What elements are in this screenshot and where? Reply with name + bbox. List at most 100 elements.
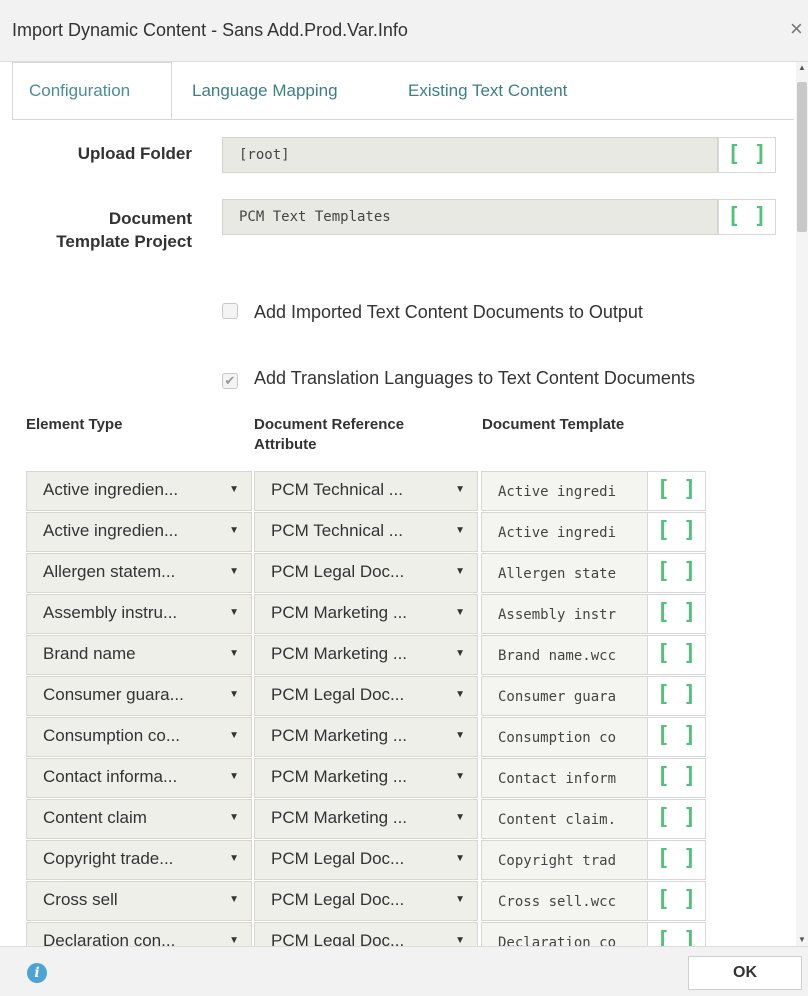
document-template-browse-button[interactable]: [ ] — [647, 512, 706, 552]
element-type-select-value: Declaration con... — [43, 931, 176, 946]
document-template-field[interactable]: Allergen state — [481, 553, 648, 593]
vertical-scrollbar[interactable]: ▲ ▼ — [796, 62, 808, 946]
document-template-field[interactable]: Active ingredi — [481, 471, 648, 511]
document-template-project-browse-button[interactable]: [ ] — [718, 199, 776, 235]
document-template-browse-button-value: [ ] — [656, 846, 697, 871]
tab-configuration[interactable]: Configuration — [12, 62, 172, 120]
column-header-element-type: Element Type — [26, 416, 123, 433]
document-template-browse-button[interactable]: [ ] — [647, 922, 706, 946]
info-icon[interactable]: i — [27, 963, 47, 983]
document-template-browse-button[interactable]: [ ] — [647, 758, 706, 798]
document-reference-select[interactable]: PCM Legal Doc... ▼ — [254, 881, 478, 921]
document-template-browse-button[interactable]: [ ] — [647, 881, 706, 921]
tab-language-mapping[interactable]: Language Mapping — [176, 62, 354, 120]
document-reference-select-value: PCM Legal Doc... — [271, 931, 405, 946]
document-reference-select[interactable]: PCM Legal Doc... ▼ — [254, 922, 478, 946]
element-type-select-value: Cross sell — [43, 890, 118, 909]
document-template-project-label: Document Template Project — [20, 207, 192, 253]
close-icon[interactable]: × — [790, 18, 803, 40]
add-imported-checkbox[interactable] — [222, 303, 238, 319]
document-template-field[interactable]: Active ingredi — [481, 512, 648, 552]
document-template-field-value: Declaration co — [498, 935, 617, 946]
document-reference-select[interactable]: PCM Marketing ... ▼ — [254, 635, 478, 675]
chevron-down-icon: ▼ — [229, 648, 239, 659]
element-type-select-value: Content claim — [43, 808, 147, 827]
document-template-project-label-line2: Template Project — [56, 232, 192, 251]
element-type-select[interactable]: Consumption co... ▼ — [26, 717, 252, 757]
document-template-field[interactable]: Consumption co — [481, 717, 648, 757]
add-translation-checkbox[interactable]: ✔ — [222, 373, 238, 389]
element-type-select[interactable]: Consumer guara... ▼ — [26, 676, 252, 716]
element-type-select[interactable]: Brand name ▼ — [26, 635, 252, 675]
document-reference-select[interactable]: PCM Marketing ... ▼ — [254, 594, 478, 634]
document-reference-select[interactable]: PCM Legal Doc... ▼ — [254, 553, 478, 593]
document-template-project-field[interactable]: PCM Text Templates — [222, 199, 718, 235]
document-reference-select-value: PCM Legal Doc... — [271, 890, 405, 909]
document-template-field[interactable]: Declaration co — [481, 922, 648, 946]
document-template-field[interactable]: Copyright trad — [481, 840, 648, 880]
chevron-down-icon: ▼ — [229, 812, 239, 823]
element-type-select[interactable]: Contact informa... ▼ — [26, 758, 252, 798]
document-reference-select[interactable]: PCM Marketing ... ▼ — [254, 758, 478, 798]
document-reference-select[interactable]: PCM Legal Doc... ▼ — [254, 676, 478, 716]
document-template-field[interactable]: Consumer guara — [481, 676, 648, 716]
dialog-titlebar: Import Dynamic Content - Sans Add.Prod.V… — [0, 0, 808, 62]
document-template-field-value: Active ingredi — [498, 525, 617, 541]
element-type-select[interactable]: Allergen statem... ▼ — [26, 553, 252, 593]
document-template-field-value: Consumer guara — [498, 689, 617, 705]
document-template-field[interactable]: Assembly instr — [481, 594, 648, 634]
document-template-field[interactable]: Brand name.wcc — [481, 635, 648, 675]
document-reference-select-value: PCM Marketing ... — [271, 767, 408, 786]
upload-folder-browse-button[interactable]: [ ] — [718, 137, 776, 173]
tab-divider — [12, 119, 794, 120]
document-template-field[interactable]: Contact inform — [481, 758, 648, 798]
upload-folder-label: Upload Folder — [77, 144, 192, 163]
chevron-down-icon: ▼ — [229, 894, 239, 905]
document-template-browse-button-value: [ ] — [656, 518, 697, 543]
document-template-browse-button[interactable]: [ ] — [647, 471, 706, 511]
upload-folder-field[interactable]: [root] — [222, 137, 718, 173]
document-reference-select-value: PCM Marketing ... — [271, 644, 408, 663]
document-template-browse-button[interactable]: [ ] — [647, 635, 706, 675]
document-template-field[interactable]: Content claim. — [481, 799, 648, 839]
dialog-content: Configuration Language Mapping Existing … — [0, 62, 794, 946]
document-template-browse-button[interactable]: [ ] — [647, 553, 706, 593]
element-type-select-value: Active ingredien... — [43, 521, 179, 540]
element-type-select[interactable]: Declaration con... ▼ — [26, 922, 252, 946]
document-template-browse-button[interactable]: [ ] — [647, 676, 706, 716]
document-template-field[interactable]: Cross sell.wcc — [481, 881, 648, 921]
element-type-select[interactable]: Cross sell ▼ — [26, 881, 252, 921]
chevron-down-icon: ▼ — [229, 689, 239, 700]
add-imported-label: Add Imported Text Content Documents to O… — [254, 302, 643, 322]
tab-existing-text-content[interactable]: Existing Text Content — [392, 62, 583, 120]
document-reference-select[interactable]: PCM Legal Doc... ▼ — [254, 840, 478, 880]
document-template-browse-button-value: [ ] — [656, 559, 697, 584]
document-template-browse-button[interactable]: [ ] — [647, 799, 706, 839]
scroll-up-arrow-icon[interactable]: ▲ — [796, 62, 808, 74]
element-type-select-value: Consumer guara... — [43, 685, 184, 704]
element-type-select-value: Consumption co... — [43, 726, 181, 745]
document-reference-select-value: PCM Marketing ... — [271, 808, 408, 827]
document-reference-select[interactable]: PCM Marketing ... ▼ — [254, 717, 478, 757]
document-template-browse-button[interactable]: [ ] — [647, 594, 706, 634]
add-imported-row: Add Imported Text Content Documents to O… — [222, 302, 643, 323]
document-template-browse-button-value: [ ] — [656, 887, 697, 912]
document-template-browse-button-value: [ ] — [656, 477, 697, 502]
document-reference-select[interactable]: PCM Technical ... ▼ — [254, 512, 478, 552]
ok-button[interactable]: OK — [688, 956, 802, 990]
element-type-select[interactable]: Copyright trade... ▼ — [26, 840, 252, 880]
scrollbar-thumb[interactable] — [797, 82, 807, 232]
add-translation-row: ✔ Add Translation Languages to Text Conte… — [222, 368, 695, 389]
chevron-down-icon: ▼ — [229, 607, 239, 618]
chevron-down-icon: ▼ — [229, 484, 239, 495]
element-type-select[interactable]: Active ingredien... ▼ — [26, 471, 252, 511]
document-reference-select[interactable]: PCM Technical ... ▼ — [254, 471, 478, 511]
scroll-down-arrow-icon[interactable]: ▼ — [796, 934, 808, 946]
document-template-field-value: Assembly instr — [498, 607, 617, 623]
document-template-browse-button[interactable]: [ ] — [647, 717, 706, 757]
element-type-select[interactable]: Assembly instru... ▼ — [26, 594, 252, 634]
element-type-select[interactable]: Content claim ▼ — [26, 799, 252, 839]
document-reference-select[interactable]: PCM Marketing ... ▼ — [254, 799, 478, 839]
element-type-select[interactable]: Active ingredien... ▼ — [26, 512, 252, 552]
document-template-browse-button[interactable]: [ ] — [647, 840, 706, 880]
